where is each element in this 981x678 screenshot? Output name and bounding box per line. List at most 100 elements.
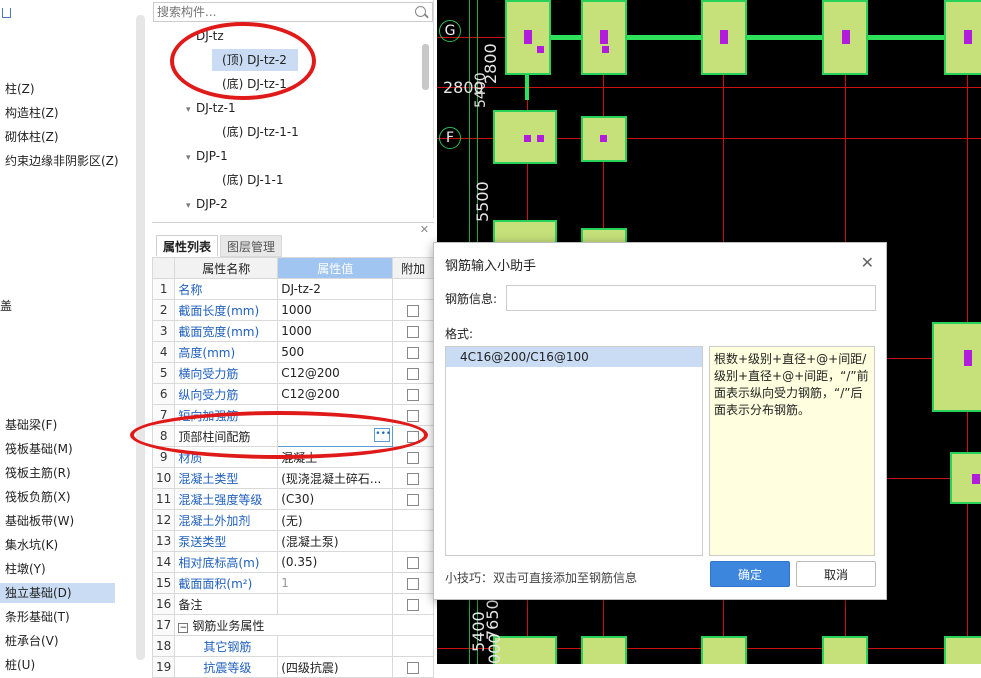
isolated-foundation[interactable] (944, 636, 981, 664)
attach-checkbox[interactable] (407, 367, 420, 380)
tab-layer-management[interactable]: 图层管理 (220, 235, 283, 257)
attach-checkbox[interactable] (407, 388, 420, 401)
property-value[interactable]: (C30) (277, 488, 394, 510)
tree-scrollbar[interactable] (422, 44, 429, 90)
axis-line (437, 87, 981, 88)
isolated-foundation[interactable] (581, 636, 627, 664)
tree-item[interactable]: ▾ DJ-tz-1 (186, 97, 236, 119)
attach-checkbox[interactable] (407, 556, 420, 569)
nav-item-foundation-beam[interactable]: 基础梁(F) (5, 415, 57, 435)
table-row[interactable]: 2 截面长度(mm) 1000 (151, 299, 434, 321)
tree-item[interactable]: ▾ DJP-1 (186, 145, 228, 167)
nav-item-raft-neg-bar[interactable]: 筏板负筋(X) (5, 487, 71, 507)
attach-checkbox[interactable] (407, 577, 420, 590)
annotation-ellipse (130, 411, 428, 459)
attach-checkbox[interactable] (407, 493, 420, 506)
nav-item-pile-cap[interactable]: 桩承台(V) (5, 631, 59, 651)
cancel-button[interactable]: 取消 (796, 561, 876, 587)
collapse-icon[interactable]: − (178, 622, 189, 633)
table-row[interactable]: 15 截面面积(m²) 1 (151, 572, 434, 594)
nav-item-cover[interactable]: 盖 (0, 296, 12, 316)
property-value[interactable]: 1 (277, 572, 394, 594)
property-value[interactable]: C12@200 (277, 383, 394, 405)
property-value[interactable]: (现浇混凝土碎石... (277, 467, 394, 489)
property-value[interactable]: DJ-tz-2 (277, 278, 394, 300)
ok-button[interactable]: 确定 (710, 561, 790, 587)
property-value[interactable]: (四级抗震) (277, 656, 394, 678)
table-row[interactable]: 6 纵向受力筋 C12@200 (151, 383, 434, 405)
row-number: 10 (151, 467, 176, 489)
format-list-item[interactable]: 4C16@200/C16@100 (446, 347, 702, 367)
property-value[interactable] (277, 593, 394, 615)
table-row[interactable]: 14 相对底标高(m) (0.35) (151, 551, 434, 573)
attach-checkbox[interactable] (407, 451, 420, 464)
group-name[interactable]: − 钢筋业务属性 (174, 614, 394, 636)
isolated-foundation[interactable] (822, 636, 868, 664)
attach-checkbox[interactable] (407, 325, 420, 338)
tree-item[interactable]: (底) DJ-1-1 (222, 169, 283, 191)
tab-property-list[interactable]: 属性列表 (156, 235, 219, 257)
tree-item[interactable]: (底) DJ-tz-1-1 (222, 121, 299, 143)
expand-arrow-icon[interactable]: ▾ (186, 147, 196, 169)
table-row[interactable]: 16 备注 (151, 593, 434, 615)
isolated-foundation[interactable] (701, 636, 747, 664)
left-nav-scrollbar[interactable] (136, 15, 145, 660)
rebar-info-input[interactable] (506, 285, 876, 311)
property-value[interactable]: 1000 (277, 320, 394, 342)
nav-item-raft-main-bar[interactable]: 筏板主筋(R) (5, 463, 71, 483)
close-icon[interactable]: ✕ (861, 253, 874, 272)
close-icon[interactable]: ✕ (420, 223, 429, 236)
expand-arrow-icon[interactable]: ▾ (186, 195, 196, 217)
tree-item[interactable]: ▾ DJP-2 (186, 193, 228, 215)
nav-item-pile[interactable]: 桩(U) (5, 655, 35, 675)
property-value[interactable]: 500 (277, 341, 394, 363)
row-number: 19 (151, 656, 176, 678)
attach-checkbox[interactable] (407, 661, 420, 674)
nav-item-sump[interactable]: 集水坑(K) (5, 535, 58, 555)
nav-item-raft[interactable]: 筏板基础(M) (5, 439, 73, 459)
table-row[interactable]: 11 混凝土强度等级 (C30) (151, 488, 434, 510)
property-value[interactable]: 1000 (277, 299, 394, 321)
attach-checkbox[interactable] (407, 598, 420, 611)
attach-checkbox[interactable] (407, 304, 420, 317)
attach-checkbox[interactable] (407, 346, 420, 359)
table-row[interactable]: 3 截面宽度(mm) 1000 (151, 320, 434, 342)
property-value[interactable]: (0.35) (277, 551, 394, 573)
expand-arrow-icon[interactable]: ▾ (186, 99, 196, 121)
property-value[interactable]: (混凝土泵) (277, 530, 394, 552)
nav-item-slab-strip[interactable]: 基础板带(W) (5, 511, 74, 531)
table-row[interactable]: 4 高度(mm) 500 (151, 341, 434, 363)
col-header-value[interactable]: 属性值 (277, 257, 394, 279)
property-value[interactable]: C12@200 (277, 362, 394, 384)
isolated-foundation[interactable] (932, 322, 981, 412)
nav-item-column[interactable]: 柱(Z) (5, 79, 35, 99)
nav-item-edge-zone[interactable]: 约束边缘非阴影区(Z) (5, 151, 119, 171)
table-row[interactable]: 10 混凝土类型 (现浇混凝土碎石... (151, 467, 434, 489)
table-row[interactable]: 1 名称 DJ-tz-2 (151, 278, 434, 300)
nav-item-masonry-column[interactable]: 砌体柱(Z) (5, 127, 59, 147)
search-input[interactable] (154, 3, 404, 21)
home-icon[interactable] (2, 8, 11, 18)
attach-checkbox[interactable] (407, 409, 420, 422)
property-name: 备注 (174, 593, 279, 615)
format-list[interactable]: 4C16@200/C16@100 (445, 346, 703, 556)
property-value[interactable] (277, 635, 394, 657)
property-name: 截面宽度(mm) (174, 320, 279, 342)
nav-item-pier[interactable]: 柱墩(Y) (5, 559, 46, 579)
nav-item-isolated-foundation[interactable]: 独立基础(D) (0, 583, 115, 603)
table-row[interactable]: 12 混凝土外加剂 (无) (151, 509, 434, 531)
property-value[interactable]: (无) (277, 509, 394, 531)
table-row[interactable]: 19 抗震等级 (四级抗震) (151, 656, 434, 678)
attach-checkbox[interactable] (407, 472, 420, 485)
table-row-group[interactable]: 17 − 钢筋业务属性 (151, 614, 434, 636)
nav-item-construct-column[interactable]: 构造柱(Z) (5, 103, 59, 123)
row-number: 11 (151, 488, 176, 510)
search-box[interactable] (153, 2, 433, 22)
table-row[interactable]: 13 泵送类型 (混凝土泵) (151, 530, 434, 552)
isolated-foundation[interactable] (944, 0, 981, 75)
nav-item-strip-foundation[interactable]: 条形基础(T) (5, 607, 70, 627)
search-icon[interactable] (415, 6, 426, 17)
table-row[interactable]: 5 横向受力筋 C12@200 (151, 362, 434, 384)
table-row[interactable]: 18 其它钢筋 (151, 635, 434, 657)
tree-item-label: DJP-1 (196, 149, 228, 163)
